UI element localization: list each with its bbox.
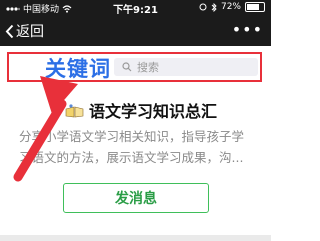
battery-icon: [245, 2, 265, 12]
more-button[interactable]: •••: [232, 20, 263, 39]
account-description: 分享小学语文学习相关知识，指导孩子学 习语文的方法，展示语文学习成果，沟...: [19, 126, 259, 168]
back-button[interactable]: 返回: [5, 21, 44, 41]
send-message-button[interactable]: 发消息: [63, 183, 209, 213]
book-logo-icon: [65, 103, 85, 118]
content-area: 关键词 搜索 语文学习知识总汇 分享小学语文学习相关知识，指导孩子学 习语文的方…: [0, 46, 271, 241]
battery-percent: 72%: [220, 2, 241, 12]
account-title-row: 语文学习知识总汇: [65, 98, 217, 122]
search-input[interactable]: 搜索: [114, 58, 258, 76]
top-bar: 中国移动 下午9:21 72% 返回 •••: [0, 0, 271, 46]
search-highlight-box: 关键词 搜索: [7, 52, 262, 82]
chevron-left-icon: [5, 24, 14, 38]
back-label: 返回: [16, 24, 44, 40]
search-placeholder: 搜索: [137, 61, 159, 74]
status-right: 72%: [199, 2, 265, 12]
keyword-annotation: 关键词: [45, 57, 111, 81]
bottom-divider: [0, 235, 271, 241]
alarm-icon: [199, 3, 207, 11]
nav-row: 返回 •••: [0, 18, 271, 44]
bluetooth-icon: [211, 2, 217, 12]
description-line: 习语文的方法，展示语文学习成果，沟...: [19, 150, 244, 165]
description-line: 分享小学语文学习相关知识，指导孩子学: [19, 129, 245, 144]
account-title: 语文学习知识总汇: [89, 102, 218, 121]
search-icon: [122, 62, 132, 72]
status-bar: 中国移动 下午9:21 72%: [0, 0, 271, 16]
